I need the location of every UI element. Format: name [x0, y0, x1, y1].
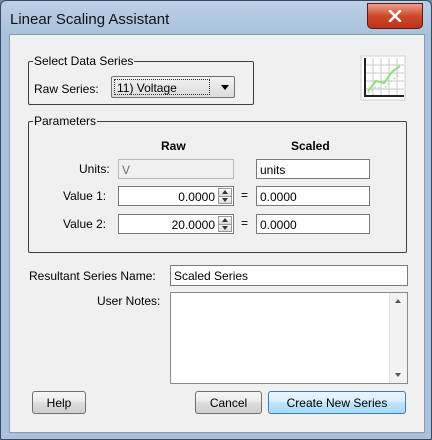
- equals-sign: =: [241, 188, 249, 202]
- dialog-body: Select Data Series Raw Series: 11) Volta…: [9, 34, 425, 433]
- spin-up-button[interactable]: [218, 216, 232, 225]
- scroll-up-icon[interactable]: [395, 299, 401, 303]
- resultant-series-label: Resultant Series Name:: [29, 269, 156, 283]
- create-new-series-button[interactable]: Create New Series: [268, 391, 406, 414]
- select-series-legend: Select Data Series: [33, 54, 135, 68]
- close-icon: [388, 10, 402, 22]
- raw-units-field: V: [118, 159, 234, 179]
- raw-value2-text: 20.0000: [171, 218, 215, 232]
- close-button[interactable]: [367, 3, 423, 29]
- parameters-group: Parameters Raw Scaled Units: V units Val…: [28, 114, 407, 253]
- units-label: Units:: [79, 162, 110, 176]
- parameters-legend: Parameters: [33, 114, 98, 128]
- arrow-down-icon: [222, 225, 228, 230]
- raw-value1-text: 0.0000: [178, 190, 215, 204]
- raw-header: Raw: [161, 139, 186, 153]
- raw-series-value: 11) Voltage: [114, 79, 210, 95]
- scaled-value2-field[interactable]: 0.0000: [256, 214, 370, 234]
- line-chart-icon: [360, 55, 406, 101]
- scroll-down-icon[interactable]: [395, 373, 401, 377]
- create-new-series-label: Create New Series: [286, 395, 388, 410]
- dialog-window: Linear Scaling Assistant Select Data Ser…: [0, 0, 432, 440]
- cancel-button-label: Cancel: [209, 395, 248, 410]
- notes-scrollbar[interactable]: [389, 293, 407, 383]
- help-button-label: Help: [46, 395, 72, 410]
- spin-down-button[interactable]: [218, 196, 232, 204]
- spin-up-button[interactable]: [218, 188, 232, 197]
- help-button[interactable]: Help: [32, 391, 86, 414]
- scaled-units-field[interactable]: units: [256, 159, 370, 179]
- select-series-group: Select Data Series Raw Series: 11) Volta…: [28, 54, 254, 105]
- raw-value2-field[interactable]: 20.0000: [118, 214, 234, 234]
- user-notes-textarea[interactable]: [170, 292, 408, 384]
- arrow-up-icon: [222, 218, 228, 223]
- value2-spinner[interactable]: [218, 216, 232, 232]
- user-notes-label: User Notes:: [97, 294, 161, 308]
- value2-label: Value 2:: [63, 217, 107, 231]
- chevron-down-icon: [221, 85, 229, 90]
- cancel-button[interactable]: Cancel: [195, 391, 262, 414]
- window-title: Linear Scaling Assistant: [10, 11, 170, 28]
- scaled-header: Scaled: [291, 139, 330, 153]
- raw-value1-field[interactable]: 0.0000: [118, 186, 234, 206]
- arrow-down-icon: [222, 197, 228, 202]
- raw-series-dropdown[interactable]: 11) Voltage: [111, 76, 235, 98]
- resultant-series-field[interactable]: Scaled Series: [170, 265, 408, 286]
- scaled-value1-field[interactable]: 0.0000: [256, 186, 370, 206]
- value1-spinner[interactable]: [218, 188, 232, 204]
- equals-sign: =: [241, 216, 249, 230]
- value1-label: Value 1:: [63, 189, 107, 203]
- arrow-up-icon: [222, 190, 228, 195]
- raw-series-label: Raw Series:: [34, 82, 99, 96]
- spin-down-button[interactable]: [218, 224, 232, 232]
